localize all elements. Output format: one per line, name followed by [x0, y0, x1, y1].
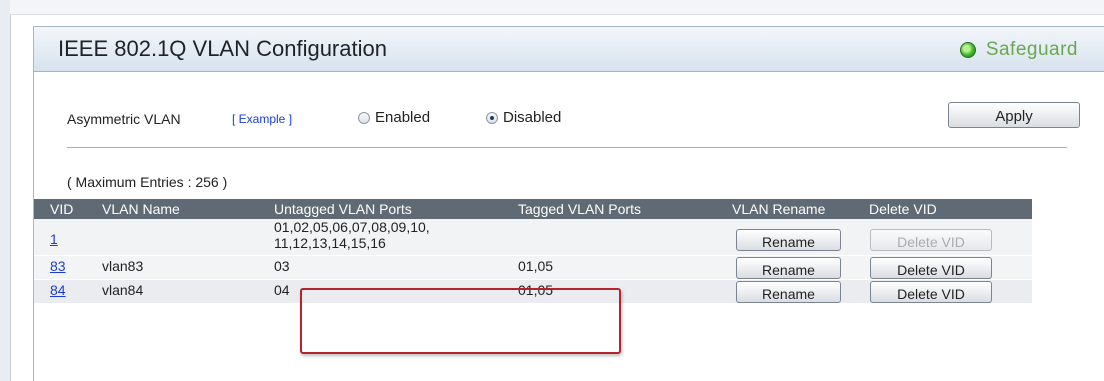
untagged-ports-text: 04: [274, 282, 290, 298]
radio-checked-icon[interactable]: [486, 111, 498, 124]
section-divider: [67, 147, 1067, 148]
table-row: 1 01,02,05,06,07,08,09,10, 11,12,13,14,1…: [34, 219, 1032, 256]
safeguard-label: Safeguard: [985, 39, 1078, 60]
delete-cell: Delete VID: [869, 219, 1032, 256]
col-header-tagged-ports: Tagged VLAN Ports: [518, 199, 732, 219]
asymmetric-vlan-label: Asymmetric VLAN: [67, 111, 181, 127]
untagged-ports-line: 01,02,05,06,07,08,09,10,: [274, 219, 430, 235]
apply-button[interactable]: Apply: [948, 102, 1080, 128]
vlan-name-cell: vlan83: [102, 255, 274, 280]
left-frame-edge: [0, 0, 11, 381]
rename-button[interactable]: Rename: [736, 229, 841, 251]
vid-link[interactable]: 83: [50, 258, 66, 274]
delete-cell: Delete VID: [869, 255, 1032, 280]
delete-vid-button: Delete VID: [870, 229, 992, 251]
untagged-ports-cell: 03: [274, 255, 518, 280]
vlan-name-text: vlan84: [102, 282, 144, 298]
vid-link[interactable]: 84: [50, 282, 66, 298]
rename-button[interactable]: Rename: [736, 281, 841, 303]
vid-cell: 84: [34, 279, 102, 303]
table-row: 83 vlan83 03 01,05 Rename Delete VID: [34, 255, 1032, 280]
delete-cell: Delete VID: [869, 279, 1032, 303]
delete-vid-button[interactable]: Delete VID: [870, 281, 992, 303]
col-header-untagged-ports: Untagged VLAN Ports: [274, 199, 518, 219]
rename-button[interactable]: Rename: [736, 257, 841, 279]
asymmetric-enabled-radio[interactable]: Enabled: [358, 109, 430, 126]
col-header-vid: VID: [34, 199, 102, 219]
rename-cell: Rename: [732, 255, 869, 280]
table-header-row: VID VLAN Name Untagged VLAN Ports Tagged…: [34, 199, 1032, 219]
safeguard-status-icon: [959, 42, 976, 58]
panel-titlebar: IEEE 802.1Q VLAN Configuration Safeguard: [34, 27, 1104, 72]
enabled-option-label: Enabled: [375, 109, 431, 126]
untagged-ports-line: 11,12,13,14,15,16: [274, 235, 386, 251]
untagged-ports-text: 03: [274, 258, 290, 274]
delete-vid-button[interactable]: Delete VID: [870, 257, 992, 279]
rename-cell: Rename: [732, 279, 869, 303]
vlan-name-text: vlan83: [102, 258, 144, 274]
rename-cell: Rename: [732, 219, 869, 256]
vid-cell: 83: [34, 255, 102, 280]
tagged-ports-cell: [518, 219, 732, 256]
radio-unchecked-icon[interactable]: [358, 111, 370, 124]
disabled-option-label: Disabled: [503, 109, 562, 126]
highlight-annotation-box: [300, 288, 621, 354]
safeguard-indicator: Safeguard: [959, 39, 1078, 61]
vid-link[interactable]: 1: [50, 231, 58, 247]
untagged-ports-cell: 01,02,05,06,07,08,09,10, 11,12,13,14,15,…: [274, 219, 518, 256]
tagged-ports-text: 01,05: [518, 258, 554, 274]
vlan-name-cell: [102, 219, 274, 256]
asymmetric-disabled-radio[interactable]: Disabled: [486, 109, 561, 126]
example-link[interactable]: [ Example ]: [232, 112, 292, 126]
max-entries-text: ( Maximum Entries : 256 ): [67, 174, 228, 190]
vlan-name-cell: vlan84: [102, 279, 274, 303]
vid-cell: 1: [34, 219, 102, 256]
tagged-ports-cell: 01,05: [518, 255, 732, 280]
col-header-vlan-name: VLAN Name: [102, 199, 274, 219]
page-title: IEEE 802.1Q VLAN Configuration: [58, 36, 387, 61]
col-header-vlan-rename: VLAN Rename: [732, 199, 869, 219]
col-header-delete-vid: Delete VID: [869, 199, 1032, 219]
top-frame-edge: [10, 0, 1104, 15]
